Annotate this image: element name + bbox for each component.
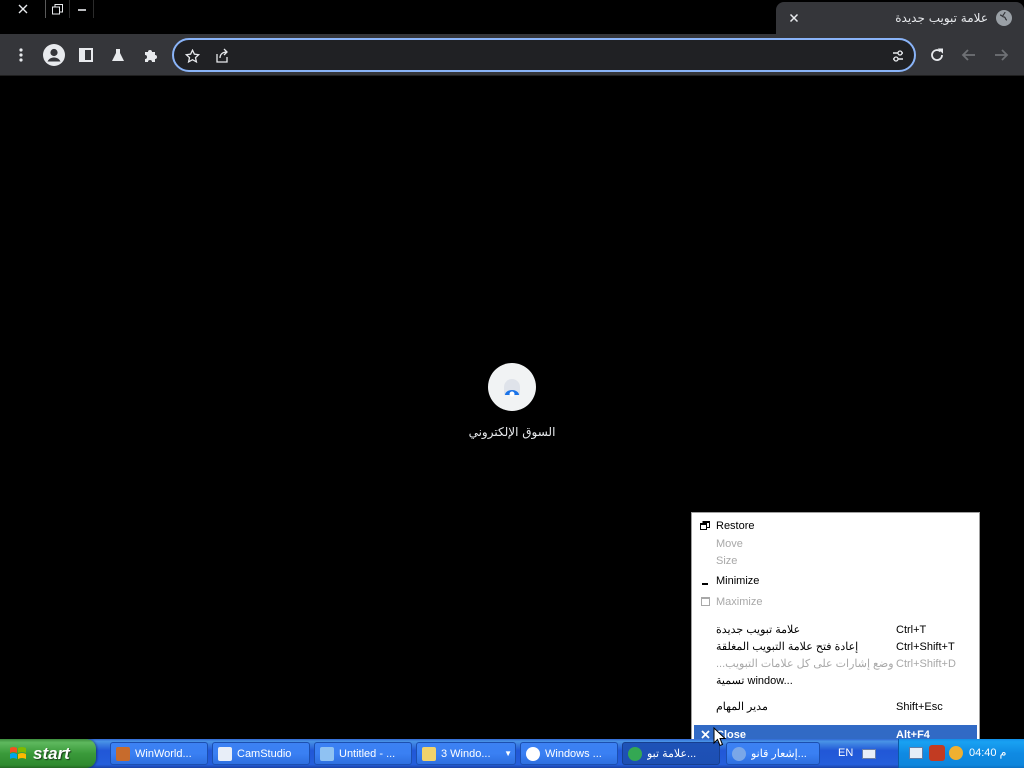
menu-separator xyxy=(696,692,975,693)
minimize-icon xyxy=(694,572,716,589)
system-tray: 04:40 م xyxy=(898,739,1024,768)
window-context-menu: Restore Move Size Minimize Maximize علام… xyxy=(691,512,980,747)
globe-icon xyxy=(996,10,1012,26)
profile-icon[interactable] xyxy=(39,40,69,70)
windows-logo-icon xyxy=(8,744,28,764)
start-button[interactable]: start xyxy=(0,739,96,768)
media-player-icon xyxy=(526,746,540,761)
taskbar-item-legal-notice[interactable]: إشعار قانو... xyxy=(726,742,820,765)
share-icon[interactable] xyxy=(212,46,232,66)
close-icon xyxy=(789,13,799,23)
menu-item-maximize: Maximize xyxy=(694,593,977,610)
taskbar-item-browser[interactable]: علامة تبو... xyxy=(622,742,720,765)
taskbar-item-notepad[interactable]: Untitled - ... xyxy=(314,742,412,765)
back-icon[interactable] xyxy=(954,40,984,70)
clock[interactable]: 04:40 م xyxy=(969,746,1006,759)
window-restore-button[interactable] xyxy=(46,0,70,18)
menu-item-size: Size xyxy=(716,554,738,567)
window-minimize-button[interactable] xyxy=(70,0,94,18)
menu-item-bookmark-all-tabs: وضع إشارات على كل علامات التبويب... Ctrl… xyxy=(716,657,956,671)
window-close-button[interactable] xyxy=(0,0,46,18)
start-label: start xyxy=(33,743,70,763)
forward-icon[interactable] xyxy=(986,40,1016,70)
display-icon[interactable] xyxy=(909,747,923,759)
tab-title: علامة تبويب جديدة xyxy=(895,11,988,25)
menu-separator xyxy=(696,615,975,616)
tab-new-tab[interactable]: علامة تبويب جديدة xyxy=(776,2,1024,34)
menu-item-new-tab[interactable]: علامة تبويب جديدة Ctrl+T xyxy=(694,621,977,638)
browser-toolbar xyxy=(0,34,1024,76)
tab-close-button[interactable] xyxy=(786,10,802,26)
menu-item-move: Move xyxy=(716,537,743,550)
menu-item-minimize[interactable]: Minimize xyxy=(694,572,977,589)
taskbar: start WinWorld... CamStudio Untitled - .… xyxy=(0,739,1024,768)
notepad-icon xyxy=(320,746,334,761)
app-icon xyxy=(218,746,232,761)
labs-flask-icon[interactable] xyxy=(103,40,133,70)
close-icon xyxy=(18,4,27,14)
menu-item-reopen-closed-tab[interactable]: إعادة فتح علامة التبويب المغلقة Ctrl+Shi… xyxy=(694,638,977,655)
address-input[interactable] xyxy=(238,47,838,65)
menu-dots-icon[interactable] xyxy=(6,40,36,70)
mouse-cursor-icon xyxy=(713,727,727,747)
side-panel-icon[interactable] xyxy=(71,40,101,70)
web-store-icon xyxy=(488,363,536,411)
folder-icon xyxy=(422,746,436,761)
window-controls xyxy=(0,0,94,18)
tray-app-icon[interactable] xyxy=(929,745,945,761)
browser-icon xyxy=(628,746,642,761)
taskbar-item-folder-group[interactable]: 3 Windo... ▼ xyxy=(416,742,516,765)
menu-item-restore[interactable]: Restore xyxy=(694,517,977,534)
menu-separator xyxy=(696,718,975,719)
shortcut-label: السوق الإلكتروني xyxy=(468,425,556,439)
menu-item-task-manager[interactable]: مدير المهام Shift+Esc xyxy=(694,698,977,715)
reload-icon[interactable] xyxy=(922,40,952,70)
address-bar[interactable] xyxy=(172,38,916,72)
page-info-icon[interactable] xyxy=(888,46,908,66)
bookmark-star-icon[interactable] xyxy=(182,46,202,66)
minimize-icon xyxy=(77,9,86,11)
screen: علامة تبويب جديدة السوق الإلكتروني Resto… xyxy=(0,0,1024,768)
taskbar-item-windows-media[interactable]: Windows ... xyxy=(520,742,618,765)
chevron-down-icon: ▼ xyxy=(504,749,512,758)
keyboard-icon[interactable] xyxy=(862,749,876,759)
app-icon xyxy=(116,746,130,761)
menu-item-name-window[interactable]: تسمية window... xyxy=(694,672,977,689)
maximize-icon xyxy=(694,593,716,610)
taskbar-item-winworld[interactable]: WinWorld... xyxy=(110,742,208,765)
language-indicator[interactable]: EN xyxy=(838,747,853,759)
tray-app-icon[interactable] xyxy=(949,746,963,760)
taskbar-item-camstudio[interactable]: CamStudio xyxy=(212,742,310,765)
tab-strip: علامة تبويب جديدة xyxy=(0,0,1024,34)
restore-icon xyxy=(694,517,716,534)
extensions-icon[interactable] xyxy=(135,40,165,70)
app-icon xyxy=(732,746,746,761)
shortcut-tile[interactable]: السوق الإلكتروني xyxy=(462,363,562,447)
restore-icon xyxy=(52,3,63,14)
